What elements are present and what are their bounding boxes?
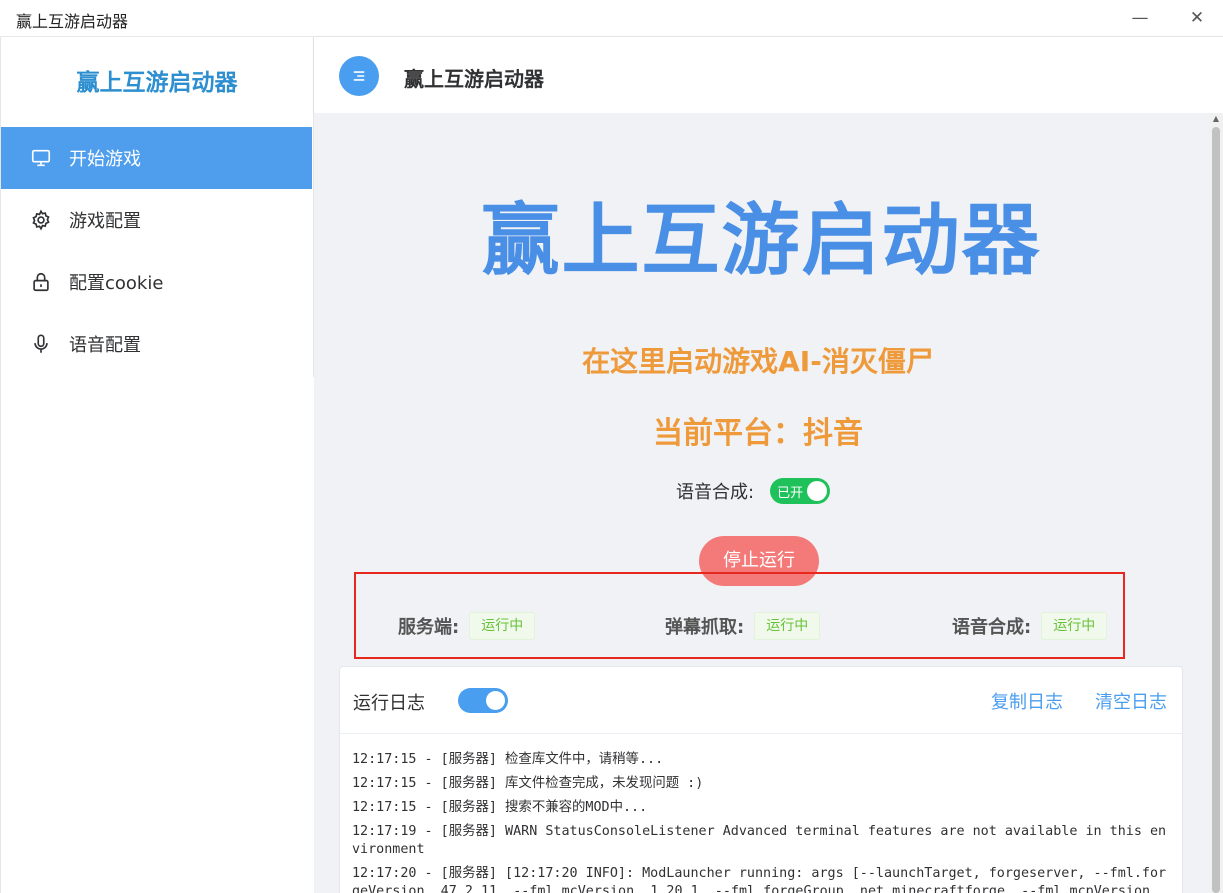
sidebar-brand: 赢上互游启动器 — [76, 70, 238, 96]
minimize-button[interactable]: — — [1126, 6, 1154, 30]
top-header: 赢上互游启动器 — [314, 37, 1223, 113]
sidebar-item-voice-config[interactable]: 语音配置 — [1, 313, 312, 375]
scroll-thumb[interactable] — [1212, 127, 1220, 893]
log-output: 12:17:15 - [服务器] 检查库文件中，请稍等... 12:17:15 … — [352, 751, 1172, 893]
status-badge: 运行中 — [1041, 612, 1108, 640]
tts-toggle-row: 语音合成: 已开 — [676, 478, 831, 504]
log-line: 12:17:15 - [服务器] 库文件检查完成，未发现问题 :) — [352, 776, 704, 791]
status-label: 弹幕抓取: — [665, 617, 745, 638]
main-scrollbar[interactable]: ▲ — [1209, 113, 1223, 893]
log-switch[interactable] — [458, 688, 508, 713]
sidebar-item-game-config[interactable]: 游戏配置 — [1, 189, 312, 251]
status-label: 服务端: — [398, 617, 460, 638]
page-title: 赢上互游启动器 — [404, 67, 544, 91]
status-danmaku: 弹幕抓取: 运行中 — [665, 612, 821, 640]
status-label: 语音合成: — [952, 617, 1032, 638]
clear-log-link[interactable]: 清空日志 — [1095, 688, 1167, 714]
log-line: 12:17:20 - [服务器] [12:17:20 INFO]: ModLau… — [352, 866, 1167, 893]
scroll-up-icon[interactable]: ▲ — [1209, 113, 1223, 125]
tts-switch[interactable]: 已开 — [770, 478, 831, 504]
sidebar-item-label: 配置cookie — [69, 273, 164, 294]
sidebar-item-label: 游戏配置 — [69, 211, 141, 232]
sidebar-item-cookie[interactable]: 配置cookie — [1, 251, 312, 313]
status-badge: 运行中 — [754, 612, 821, 640]
lock-icon — [29, 270, 53, 294]
tts-label: 语音合成: — [676, 482, 755, 503]
status-server: 服务端: 运行中 — [398, 612, 536, 640]
log-title: 运行日志 — [353, 693, 425, 714]
subtitle: 在这里启动游戏AI-消灭僵尸 — [582, 345, 934, 378]
menu-icon — [353, 71, 365, 81]
sidebar: 赢上互游启动器 开始游戏 游戏配置 配置cookie 语音配置 — [0, 37, 314, 893]
copy-log-link[interactable]: 复制日志 — [991, 688, 1063, 714]
gear-icon — [29, 208, 53, 232]
main-content: 赢上互游启动器 在这里启动游戏AI-消灭僵尸 当前平台：抖音 语音合成: 已开 … — [314, 113, 1209, 893]
window-title: 赢上互游启动器 — [16, 12, 129, 31]
sidebar-item-label: 开始游戏 — [69, 149, 141, 170]
switch-knob — [486, 691, 505, 710]
log-panel: 运行日志 复制日志 清空日志 12:17:15 - [服务器] 检查库文件中，请… — [339, 666, 1183, 893]
status-tts: 语音合成: 运行中 — [952, 612, 1108, 640]
switch-knob — [807, 481, 828, 501]
sidebar-item-start-game[interactable]: 开始游戏 — [1, 127, 312, 189]
title-bar: 赢上互游启动器 — ✕ — [0, 0, 1223, 37]
log-header: 运行日志 复制日志 清空日志 — [340, 667, 1182, 734]
status-badge: 运行中 — [469, 612, 536, 640]
tts-switch-text: 已开 — [777, 486, 804, 501]
menu-toggle-button[interactable] — [339, 56, 379, 96]
sidebar-item-label: 语音配置 — [69, 335, 141, 356]
current-platform: 当前平台：抖音 — [653, 416, 863, 451]
status-panel: 服务端: 运行中 弹幕抓取: 运行中 语音合成: 运行中 — [354, 572, 1125, 659]
hero-title: 赢上互游启动器 — [481, 196, 1042, 286]
log-line: 12:17:15 - [服务器] 检查库文件中，请稍等... — [352, 752, 664, 767]
log-line: 12:17:15 - [服务器] 搜索不兼容的MOD中... — [352, 800, 648, 815]
close-button[interactable]: ✕ — [1183, 6, 1211, 30]
log-line: 12:17:19 - [服务器] WARN StatusConsoleListe… — [352, 824, 1167, 857]
monitor-icon — [29, 146, 53, 170]
microphone-icon — [29, 332, 53, 356]
